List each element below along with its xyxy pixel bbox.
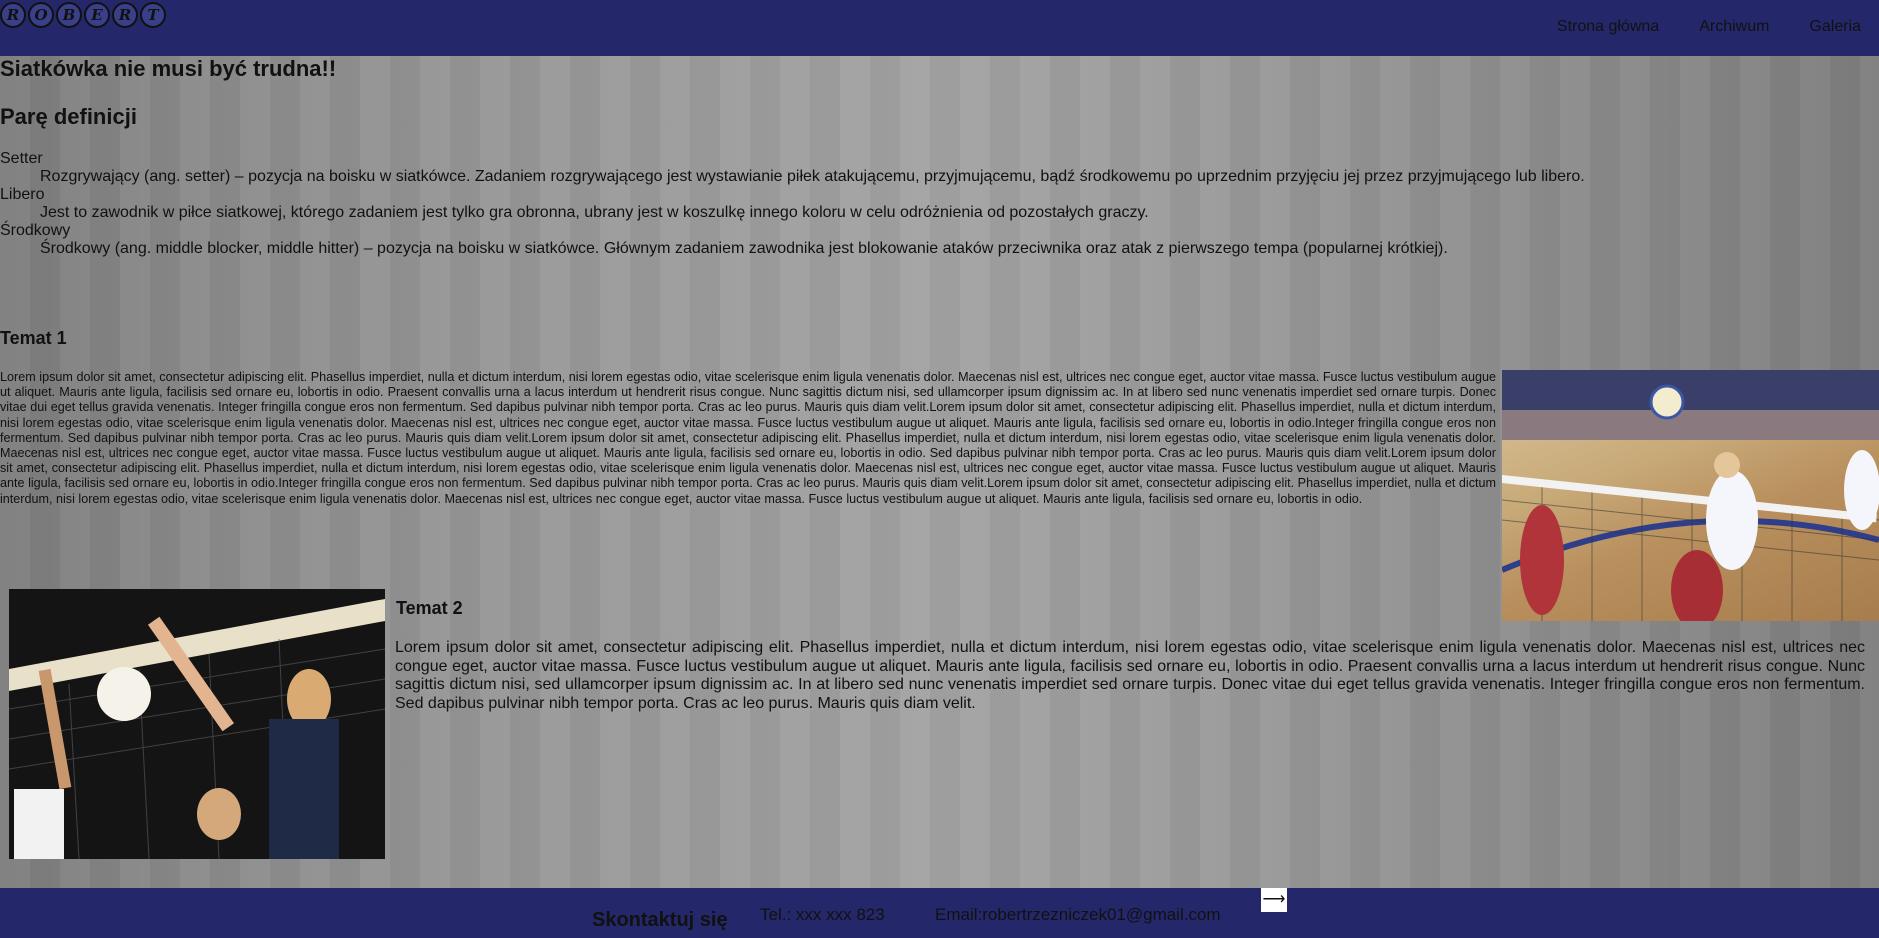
- logo-letter: R: [112, 2, 138, 28]
- topic2-title: Temat 2: [396, 598, 463, 618]
- page-title: Siatkówka nie musi być trudna!!: [0, 56, 337, 81]
- definitions-list: Setter Rozgrywający (ang. setter) – pozy…: [0, 150, 1700, 258]
- contact-title: Skontaktuj się: [592, 909, 728, 931]
- logo-letter: E: [84, 2, 110, 28]
- site-header: R O B E R T Strona główna Archiwum Galer…: [0, 0, 1879, 56]
- logo-letter: B: [56, 2, 82, 28]
- nav-link-gallery[interactable]: Galeria: [1809, 18, 1861, 36]
- logo-letter: T: [140, 2, 166, 28]
- contact-email[interactable]: Email:robertrzezniczek01@gmail.com: [935, 905, 1221, 925]
- definition-term: Środkowy: [0, 222, 71, 239]
- volleyball-photo-1: [1502, 370, 1879, 621]
- logo[interactable]: R O B E R T: [0, 2, 166, 32]
- main-nav: Strona główna Archiwum Galeria: [1557, 18, 1861, 36]
- definition-desc: Rozgrywający (ang. setter) – pozycja na …: [40, 168, 1585, 185]
- volleyball-photo-2: [9, 589, 385, 859]
- logo-letter: R: [0, 2, 26, 28]
- logo-letter: O: [28, 2, 54, 28]
- topic1-text: Lorem ipsum dolor sit amet, consectetur …: [0, 370, 1496, 506]
- topic2-text: Lorem ipsum dolor sit amet, consectetur …: [395, 639, 1865, 712]
- contact-phone: Tel.: xxx xxx 823: [760, 905, 885, 924]
- definition-term: Setter: [0, 150, 43, 167]
- topic1-title: Temat 1: [0, 328, 67, 348]
- definitions-title: Parę definicji: [0, 104, 137, 129]
- site-footer: Skontaktuj się Tel.: xxx xxx 823 Email:r…: [0, 888, 1879, 938]
- send-arrow-button[interactable]: ⟶: [1261, 888, 1287, 912]
- definition-desc: Środkowy (ang. middle blocker, middle hi…: [40, 240, 1448, 257]
- definition-term: Libero: [0, 186, 45, 203]
- nav-link-home[interactable]: Strona główna: [1557, 18, 1659, 36]
- definition-desc: Jest to zawodnik w piłce siatkowej, któr…: [40, 204, 1149, 221]
- nav-link-archive[interactable]: Archiwum: [1699, 18, 1769, 36]
